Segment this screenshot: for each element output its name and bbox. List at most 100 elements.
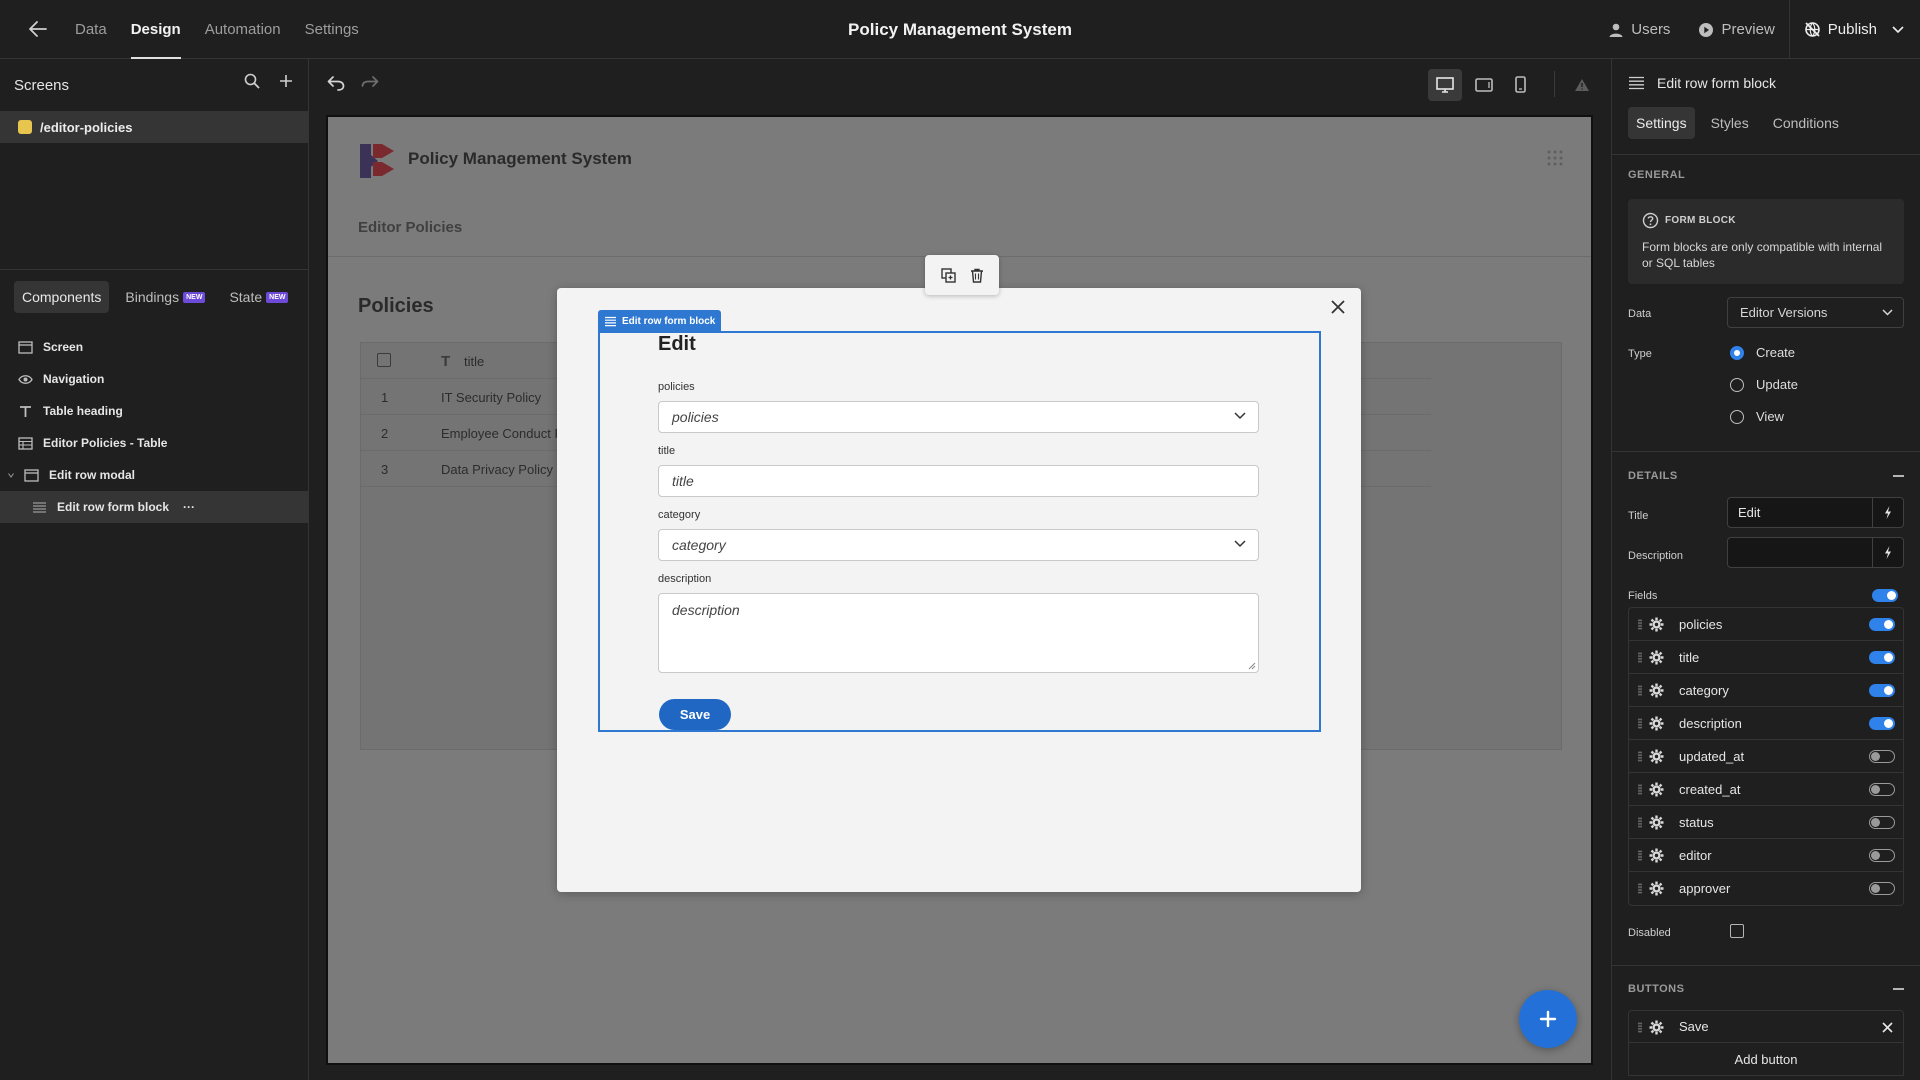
- more-options-icon[interactable]: ···: [183, 500, 195, 514]
- field-toggle[interactable]: [1869, 783, 1895, 796]
- field-toggle[interactable]: [1869, 618, 1895, 631]
- close-icon[interactable]: [1331, 300, 1345, 314]
- screen-item-editor-policies[interactable]: /editor-policies: [0, 111, 308, 143]
- canvas-nav-item[interactable]: Editor Policies: [358, 219, 462, 236]
- gear-icon[interactable]: [1649, 782, 1664, 797]
- drag-handle-icon[interactable]: [1638, 652, 1642, 663]
- radio-view[interactable]: View: [1730, 409, 1784, 424]
- tab-components[interactable]: Components: [14, 281, 110, 313]
- field-toggle[interactable]: [1869, 651, 1895, 664]
- column-header-title[interactable]: title: [464, 354, 484, 369]
- collapse-icon[interactable]: [1893, 475, 1904, 477]
- gear-icon[interactable]: [1649, 848, 1664, 863]
- fields-toggle-all[interactable]: [1872, 589, 1898, 602]
- mobile-icon[interactable]: [1515, 76, 1526, 93]
- select-all-checkbox[interactable]: [377, 353, 391, 367]
- drag-handle-icon[interactable]: [1638, 817, 1642, 828]
- grid-menu-icon[interactable]: [1547, 150, 1563, 166]
- warning-icon[interactable]: [1574, 78, 1590, 92]
- field-row-approver[interactable]: approver: [1629, 872, 1903, 905]
- preview-button[interactable]: Preview: [1684, 0, 1788, 59]
- nav-automation[interactable]: Automation: [205, 0, 281, 59]
- policies-select[interactable]: policies: [658, 401, 1259, 433]
- disabled-checkbox[interactable]: [1730, 924, 1744, 938]
- duplicate-icon[interactable]: [940, 267, 956, 283]
- tab-conditions[interactable]: Conditions: [1765, 107, 1847, 139]
- gear-icon[interactable]: [1649, 749, 1664, 764]
- plus-icon[interactable]: [278, 73, 294, 89]
- save-button[interactable]: Save: [659, 699, 731, 730]
- field-toggle[interactable]: [1869, 750, 1895, 763]
- field-row-description[interactable]: description: [1629, 707, 1903, 740]
- search-icon[interactable]: [244, 73, 260, 89]
- drag-handle-icon[interactable]: [1638, 784, 1642, 795]
- gear-icon[interactable]: [1649, 617, 1664, 632]
- undo-icon[interactable]: [327, 76, 345, 91]
- drag-handle-icon[interactable]: [1638, 619, 1642, 630]
- tab-state[interactable]: State NEW: [221, 281, 296, 313]
- binding-button[interactable]: [1872, 498, 1903, 527]
- tab-settings[interactable]: Settings: [1628, 107, 1695, 139]
- nav-settings[interactable]: Settings: [305, 0, 359, 59]
- gear-icon[interactable]: [1649, 815, 1664, 830]
- field-row-editor[interactable]: editor: [1629, 839, 1903, 872]
- gear-icon[interactable]: [1649, 1020, 1664, 1035]
- field-row-status[interactable]: status: [1629, 806, 1903, 839]
- desktop-view-button[interactable]: [1428, 69, 1462, 101]
- drag-handle-icon[interactable]: [1638, 1022, 1642, 1033]
- publish-button[interactable]: Publish: [1788, 0, 1920, 59]
- radio-create[interactable]: Create: [1730, 345, 1795, 360]
- field-toggle[interactable]: [1869, 816, 1895, 829]
- description-setting-input[interactable]: [1727, 537, 1904, 568]
- drag-handle-icon[interactable]: [1638, 718, 1642, 729]
- field-row-title[interactable]: title: [1629, 641, 1903, 674]
- drag-handle-icon[interactable]: [1638, 850, 1642, 861]
- drag-handle-icon[interactable]: [1638, 751, 1642, 762]
- collapse-icon[interactable]: [1893, 988, 1904, 990]
- tree-item-edit-row-modal[interactable]: Edit row modal: [0, 459, 308, 491]
- tablet-icon[interactable]: [1475, 78, 1493, 92]
- gear-icon[interactable]: [1649, 881, 1664, 896]
- gear-icon[interactable]: [1649, 650, 1664, 665]
- field-row-created-at[interactable]: created_at: [1629, 773, 1903, 806]
- drag-handle-icon[interactable]: [1638, 883, 1642, 894]
- title-input[interactable]: title: [658, 465, 1259, 497]
- field-row-policies[interactable]: policies: [1629, 608, 1903, 641]
- drag-handle-icon[interactable]: [1638, 685, 1642, 696]
- data-source-select[interactable]: Editor Versions: [1727, 297, 1904, 328]
- field-row-updated-at[interactable]: updated_at: [1629, 740, 1903, 773]
- radio-update[interactable]: Update: [1730, 377, 1798, 392]
- binding-button[interactable]: [1872, 538, 1903, 567]
- nav-data[interactable]: Data: [75, 0, 107, 59]
- new-badge: NEW: [183, 291, 206, 303]
- add-button[interactable]: Add button: [1628, 1043, 1904, 1076]
- tab-styles[interactable]: Styles: [1703, 107, 1757, 139]
- tree-item-edit-row-form-block[interactable]: Edit row form block ···: [0, 491, 308, 523]
- tab-bindings[interactable]: Bindings NEW: [117, 281, 213, 313]
- users-button[interactable]: Users: [1594, 0, 1684, 59]
- field-toggle[interactable]: [1869, 684, 1895, 697]
- field-toggle[interactable]: [1869, 882, 1895, 895]
- category-select[interactable]: category: [658, 529, 1259, 561]
- field-row-category[interactable]: category: [1629, 674, 1903, 707]
- redo-icon[interactable]: [361, 76, 379, 91]
- button-row-save[interactable]: Save: [1628, 1010, 1904, 1043]
- back-button[interactable]: [28, 20, 48, 38]
- field-toggle[interactable]: [1869, 717, 1895, 730]
- preview-label: Preview: [1721, 21, 1775, 38]
- tree-item-editor-policies-table[interactable]: Editor Policies - Table: [0, 427, 308, 459]
- close-icon[interactable]: [1882, 1022, 1893, 1033]
- title-setting-input[interactable]: Edit: [1727, 497, 1904, 528]
- gear-icon[interactable]: [1649, 716, 1664, 731]
- add-component-button[interactable]: [1519, 990, 1577, 1048]
- form-block[interactable]: Edit row form block Edit policies polici…: [598, 310, 1321, 732]
- nav-design[interactable]: Design: [130, 0, 181, 59]
- field-toggle[interactable]: [1869, 849, 1895, 862]
- tree-item-table-heading[interactable]: Table heading: [0, 395, 308, 427]
- trash-icon[interactable]: [970, 268, 984, 283]
- tree-item-navigation[interactable]: Navigation: [0, 363, 308, 395]
- tree-item-screen[interactable]: Screen: [0, 331, 308, 363]
- description-textarea[interactable]: description: [658, 593, 1259, 673]
- resize-handle-icon[interactable]: [1248, 662, 1256, 670]
- gear-icon[interactable]: [1649, 683, 1664, 698]
